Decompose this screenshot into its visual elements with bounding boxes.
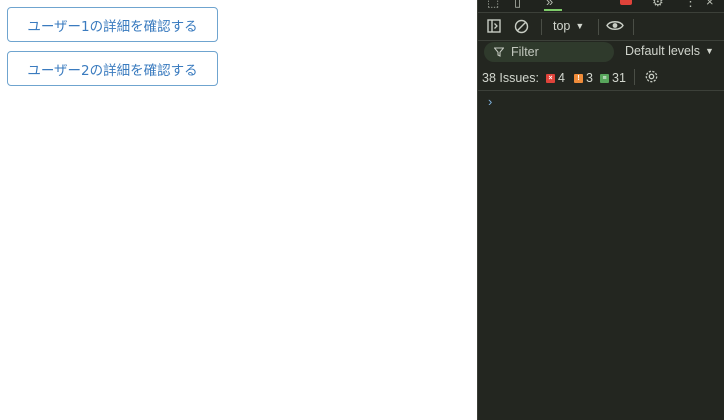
issues-count-label: 38 Issues:	[482, 71, 539, 85]
more-options-icon[interactable]: ⋮	[684, 0, 697, 9]
chevron-down-icon: ▼	[575, 21, 585, 31]
log-levels-label: Default levels	[625, 44, 701, 58]
console-toolbar: top ▼	[478, 13, 724, 41]
toolbar-divider	[598, 19, 599, 35]
log-levels-dropdown[interactable]: Default levels ▼	[625, 44, 714, 58]
console-output[interactable]: ›	[478, 91, 724, 420]
errors-count: 4	[558, 71, 565, 85]
error-badge-icon[interactable]	[620, 0, 632, 5]
issues-errors[interactable]: × 4	[546, 71, 565, 85]
context-selector[interactable]: top ▼	[553, 19, 584, 33]
clear-console-icon[interactable]	[514, 19, 529, 34]
user1-details-button[interactable]: ユーザー1の詳細を確認する	[7, 7, 218, 42]
web-page: ユーザー1の詳細を確認する ユーザー2の詳細を確認する	[0, 0, 477, 420]
toolbar-divider	[634, 69, 635, 85]
devtools-panel: ⬚ ▯ » ⚙ ⋮ × top ▼ Filter Default levels …	[477, 0, 724, 420]
user2-details-button[interactable]: ユーザー2の詳細を確認する	[7, 51, 218, 86]
error-icon: ×	[546, 73, 555, 83]
device-toolbar-icon[interactable]: ▯	[514, 0, 521, 9]
issues-warnings[interactable]: ! 3	[574, 71, 593, 85]
sidebar-toggle-icon[interactable]	[487, 19, 501, 33]
info-count: 31	[612, 71, 626, 85]
devtools-tabstrip: ⬚ ▯ » ⚙ ⋮ ×	[478, 0, 724, 13]
issues-info[interactable]: ≡ 31	[600, 71, 626, 85]
active-tab-indicator	[544, 9, 562, 11]
toolbar-divider	[541, 19, 542, 35]
filter-row: Filter Default levels ▼	[478, 40, 724, 64]
live-expression-eye-icon[interactable]	[606, 19, 624, 32]
inspect-element-icon[interactable]: ⬚	[487, 0, 499, 9]
toolbar-divider	[633, 19, 634, 35]
filter-input[interactable]: Filter	[484, 42, 614, 62]
context-label: top	[553, 19, 571, 33]
console-prompt-chevron-icon[interactable]: ›	[488, 94, 492, 109]
filter-funnel-icon	[494, 47, 504, 57]
warnings-count: 3	[586, 71, 593, 85]
chevron-down-icon: ▼	[705, 46, 714, 56]
info-message-icon: ≡	[600, 73, 609, 83]
console-settings-icon[interactable]	[644, 69, 659, 84]
settings-icon[interactable]: ⚙	[652, 0, 664, 9]
filter-placeholder: Filter	[511, 45, 539, 59]
warning-icon: !	[574, 73, 583, 83]
issues-bar: 38 Issues: × 4 ! 3 ≡ 31	[478, 65, 724, 91]
more-tabs-icon[interactable]: »	[546, 0, 553, 9]
close-devtools-icon[interactable]: ×	[706, 0, 714, 9]
